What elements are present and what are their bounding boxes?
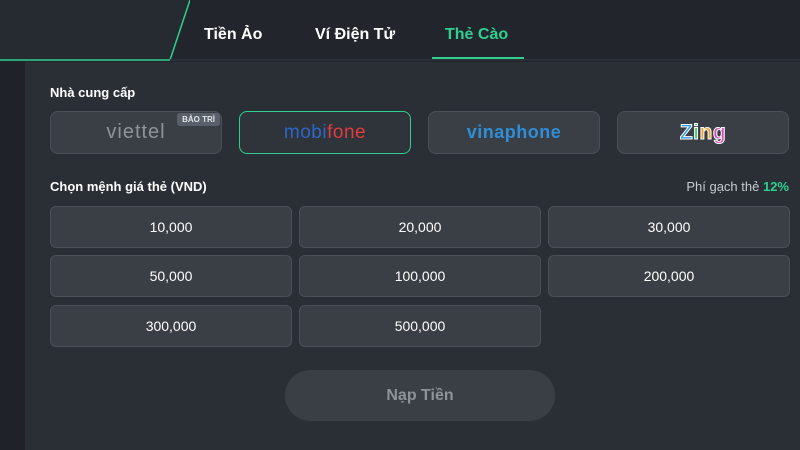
tab-the-cao[interactable]: Thẻ Cào <box>445 26 508 44</box>
provider-vinaphone[interactable]: vinaphone <box>428 111 600 154</box>
fee-info: Phí gạch thẻ 12% <box>686 179 789 194</box>
active-tab-indicator <box>432 57 524 59</box>
fee-value: 12% <box>762 179 789 194</box>
fee-label: Phí gạch thẻ <box>686 179 760 194</box>
zing-letter: Z <box>679 120 694 144</box>
amount-option[interactable]: 300,000 <box>50 305 292 347</box>
topup-submit-button[interactable]: Nạp Tiền <box>285 370 555 421</box>
maintenance-badge: BẢO TRÌ <box>177 113 220 126</box>
provider-zing[interactable]: Zing <box>617 111 789 154</box>
zing-letter: n <box>699 120 713 144</box>
provider-mobifone[interactable]: mobifone <box>239 111 411 154</box>
amount-option[interactable]: 30,000 <box>548 206 790 248</box>
zing-letter: g <box>712 120 727 144</box>
amount-option[interactable]: 10,000 <box>50 206 292 248</box>
amount-option[interactable]: 100,000 <box>299 255 541 297</box>
zing-logo: Zing <box>679 120 727 145</box>
amount-option[interactable]: 500,000 <box>299 305 541 347</box>
viettel-logo: viettel <box>106 121 166 143</box>
tab-tien-ao[interactable]: Tiền Ảo <box>204 26 262 44</box>
provider-section-label: Nhà cung cấp <box>50 85 136 100</box>
amount-section-label: Chọn mệnh giá thẻ (VND) <box>50 179 207 194</box>
amount-option[interactable]: 20,000 <box>299 206 541 248</box>
tab-bar: Tiền Ảo Ví Điện Tử Thẻ Cào <box>0 0 800 62</box>
provider-viettel[interactable]: viettel BẢO TRÌ <box>50 111 222 154</box>
mobifone-logo-part-mobi: mobi <box>283 121 328 143</box>
vinaphone-logo: vinaphone <box>466 122 562 142</box>
amount-option[interactable]: 50,000 <box>50 255 292 297</box>
mobifone-logo-part-fone: fone <box>327 121 367 143</box>
amount-option[interactable]: 200,000 <box>548 255 790 297</box>
tab-vi-dien-tu[interactable]: Ví Điện Tử <box>315 26 395 44</box>
mobifone-logo: mobifone <box>284 122 366 144</box>
